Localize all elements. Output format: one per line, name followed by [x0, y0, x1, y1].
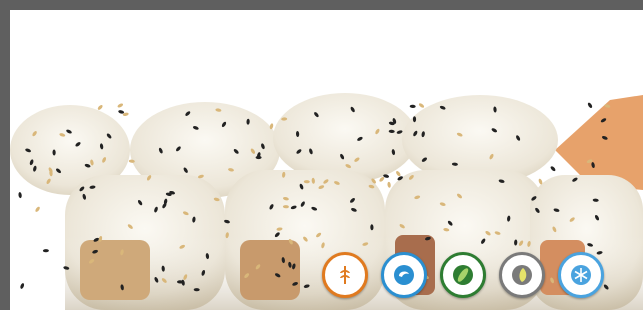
sesame-seed [409, 104, 416, 109]
badge-avocado[interactable] [499, 252, 545, 298]
avocado-icon [507, 260, 537, 290]
sesame-seed [418, 103, 425, 108]
sesame-seed [587, 102, 593, 108]
sesame-seed [550, 166, 556, 172]
wheat-icon [330, 260, 360, 290]
shrimp-icon [389, 260, 419, 290]
sesame-seed [117, 103, 124, 108]
badge-wheat[interactable] [322, 252, 368, 298]
sesame-seed [387, 181, 391, 188]
badge-cucumber[interactable] [440, 252, 486, 298]
sesame-seed [20, 283, 25, 289]
cucumber-icon [448, 260, 478, 290]
badge-snowflake[interactable] [558, 252, 604, 298]
badge-shrimp[interactable] [381, 252, 427, 298]
sesame-seed [18, 192, 22, 199]
snowflake-icon [566, 260, 596, 290]
sesame-seed [396, 171, 401, 177]
sesame-seed [35, 206, 40, 212]
sesame-seed [97, 104, 103, 110]
badge-row [322, 252, 604, 298]
sesame-seed [118, 110, 125, 114]
sesame-seed [42, 249, 49, 253]
sushi-piece [273, 93, 417, 183]
